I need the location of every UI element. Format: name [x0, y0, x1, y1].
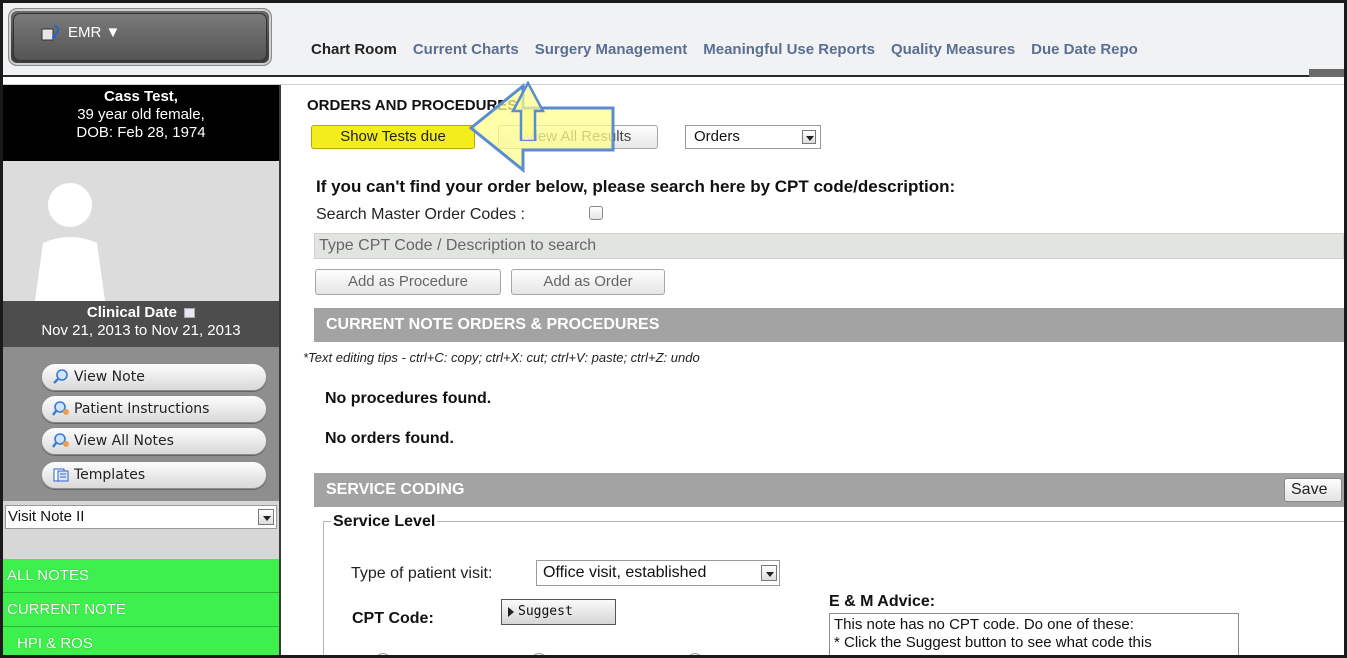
- patient-age-sex: 39 year old female,: [77, 106, 205, 123]
- avatar-area: [3, 161, 279, 301]
- current-note-orders-header: CURRENT NOTE ORDERS & PROCEDURES: [314, 308, 1344, 342]
- notes-list: ALL NOTES CURRENT NOTE HPI & ROS: [3, 559, 279, 655]
- patient-instructions-button[interactable]: Patient Instructions: [41, 395, 267, 423]
- em-advice-textbox[interactable]: This note has no CPT code. Do one of the…: [829, 613, 1239, 655]
- patient-info-box: Cass Test, 39 year old female, DOB: Feb …: [3, 85, 279, 161]
- search-master-codes-checkbox[interactable]: [589, 206, 603, 220]
- show-tests-due-button[interactable]: Show Tests due: [311, 125, 475, 149]
- patient-sidebar: Cass Test, 39 year old female, DOB: Feb …: [3, 85, 281, 655]
- patient-instructions-label: Patient Instructions: [74, 401, 210, 417]
- text-editing-tips: *Text editing tips - ctrl+C: copy; ctrl+…: [303, 350, 700, 365]
- notes-item-all-notes[interactable]: ALL NOTES: [3, 559, 279, 593]
- horizontal-scrollbar-thumb[interactable]: [1309, 69, 1344, 77]
- play-icon: [508, 606, 514, 617]
- chevron-down-icon[interactable]: [761, 565, 777, 581]
- view-note-button[interactable]: View Note: [41, 363, 267, 391]
- clinical-date-range: Nov 21, 2013 to Nov 21, 2013: [41, 322, 241, 339]
- stethoscope-icon: [41, 25, 59, 41]
- note-type-select[interactable]: Visit Note II: [5, 505, 277, 529]
- main-nav-tabs: Chart Room Current Charts Surgery Manage…: [311, 41, 1154, 58]
- visit-type-select[interactable]: Office visit, established: [536, 560, 780, 586]
- orders-type-select[interactable]: Orders: [685, 125, 821, 149]
- tab-due-date-reports[interactable]: Due Date Repo: [1031, 41, 1138, 58]
- templates-button[interactable]: Templates: [41, 461, 267, 489]
- top-navigation-bar: EMR ▼ Chart Room Current Charts Surgery …: [3, 3, 1344, 77]
- tab-current-charts[interactable]: Current Charts: [413, 41, 519, 58]
- avatar: [35, 183, 105, 301]
- view-all-notes-button[interactable]: View All Notes: [41, 427, 267, 455]
- service-level-legend: Service Level: [331, 513, 438, 531]
- sidebar-button-panel: View Note Patient Instructions View All …: [3, 347, 279, 501]
- emr-window: EMR ▼ Chart Room Current Charts Surgery …: [0, 0, 1347, 658]
- page-title: ORDERS AND PROCEDURES: [307, 97, 518, 114]
- cpt-code-label: CPT Code:: [352, 610, 434, 627]
- view-all-results-button[interactable]: View All Results: [498, 125, 658, 149]
- service-coding-title: SERVICE CODING: [326, 481, 465, 498]
- add-as-procedure-button[interactable]: Add as Procedure: [315, 269, 501, 295]
- templates-label: Templates: [74, 467, 146, 483]
- notes-item-hpi-ros[interactable]: HPI & ROS: [3, 627, 279, 655]
- emr-menu-button[interactable]: EMR ▼: [8, 8, 272, 66]
- view-all-notes-label: View All Notes: [74, 433, 174, 449]
- em-advice-text: This note has no CPT code. Do one of the…: [834, 616, 1152, 651]
- suggest-label: Suggest: [518, 604, 573, 619]
- visit-type-value: Office visit, established: [543, 564, 707, 581]
- tab-quality-measures[interactable]: Quality Measures: [891, 41, 1015, 58]
- templates-icon: [53, 468, 69, 482]
- notes-item-current-note[interactable]: CURRENT NOTE: [3, 593, 279, 627]
- clinical-date-box: Clinical Date Nov 21, 2013 to Nov 21, 20…: [3, 301, 279, 347]
- chevron-down-icon[interactable]: [258, 509, 274, 525]
- visit-type-label: Type of patient visit:: [351, 565, 493, 582]
- tab-surgery-management[interactable]: Surgery Management: [535, 41, 688, 58]
- suggest-button[interactable]: Suggest: [501, 599, 616, 625]
- top-divider: [3, 77, 1344, 85]
- orders-type-value: Orders: [694, 128, 740, 145]
- calendar-icon[interactable]: [184, 308, 196, 319]
- patient-name: Cass Test,: [104, 88, 178, 105]
- search-master-codes-label: Search Master Order Codes :: [316, 206, 525, 223]
- tab-chart-room[interactable]: Chart Room: [311, 41, 397, 58]
- search-instructions: If you can't find your order below, plea…: [316, 177, 956, 196]
- emr-menu-label: EMR ▼: [68, 24, 121, 41]
- clinical-date-header: Clinical Date: [3, 304, 279, 322]
- orders-procedures-panel: ORDERS AND PROCEDURES Show Tests due Vie…: [283, 85, 1344, 655]
- emr-menu-button-face[interactable]: EMR ▼: [13, 13, 267, 61]
- note-type-value: Visit Note II: [8, 508, 85, 525]
- add-as-order-button[interactable]: Add as Order: [511, 269, 665, 295]
- patient-dob: DOB: Feb 28, 1974: [76, 124, 206, 141]
- service-coding-header: SERVICE CODING Save: [314, 473, 1344, 507]
- view-note-label: View Note: [74, 369, 145, 385]
- save-button[interactable]: Save: [1284, 478, 1342, 502]
- clinical-date-title: Clinical Date: [86, 304, 177, 321]
- no-orders-message: No orders found.: [325, 430, 454, 447]
- cpt-search-input[interactable]: Type CPT Code / Description to search: [314, 233, 1344, 259]
- tab-meaningful-use-reports[interactable]: Meaningful Use Reports: [703, 41, 875, 58]
- magnifier-people-icon: [52, 401, 69, 416]
- chevron-down-icon[interactable]: [802, 130, 816, 144]
- em-advice-label: E & M Advice:: [829, 593, 936, 610]
- magnifier-icon: [53, 369, 68, 384]
- magnifier-people-icon: [52, 433, 69, 448]
- no-procedures-message: No procedures found.: [325, 390, 492, 407]
